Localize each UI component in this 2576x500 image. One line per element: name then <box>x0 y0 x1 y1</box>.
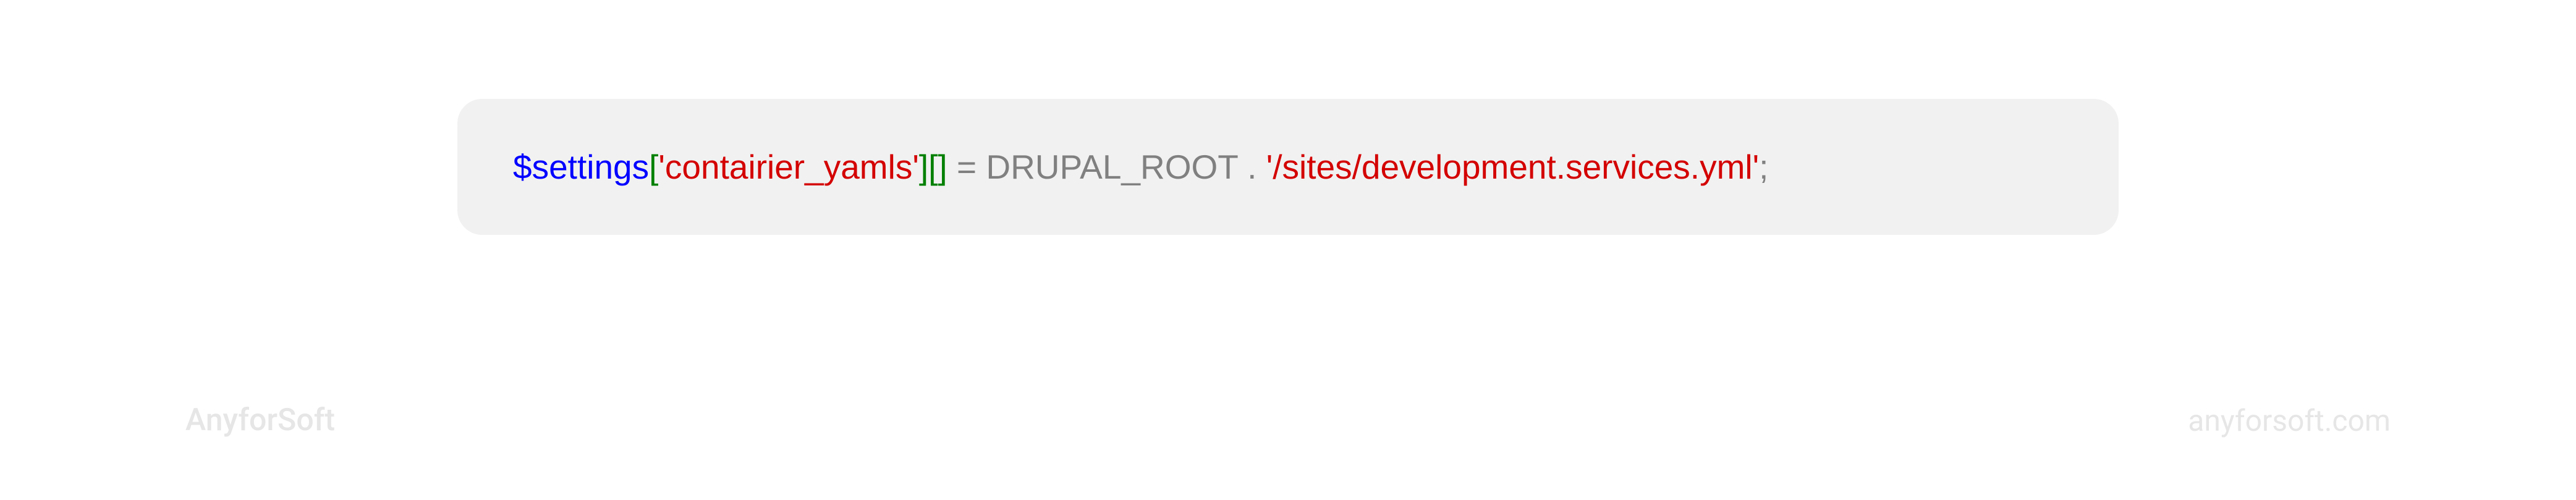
code-key: 'contairier_yamls' <box>658 148 918 186</box>
code-semicolon: ; <box>1759 148 1768 186</box>
bracket-close: ] <box>919 148 928 186</box>
bracket-open: [ <box>928 148 938 186</box>
code-block: $settings['contairier_yamls'][] = DRUPAL… <box>457 99 2119 235</box>
code-assign: = DRUPAL_ROOT . <box>947 148 1266 186</box>
code-line: $settings['contairier_yamls'][] = DRUPAL… <box>513 147 1768 187</box>
brand-logo: AnyforSoft <box>185 402 335 438</box>
code-string: '/sites/development.services.yml' <box>1266 148 1759 186</box>
brand-url: anyforsoft.com <box>2188 403 2391 438</box>
code-variable: $settings <box>513 148 649 186</box>
bracket-close: ] <box>938 148 947 186</box>
bracket-open: [ <box>649 148 658 186</box>
